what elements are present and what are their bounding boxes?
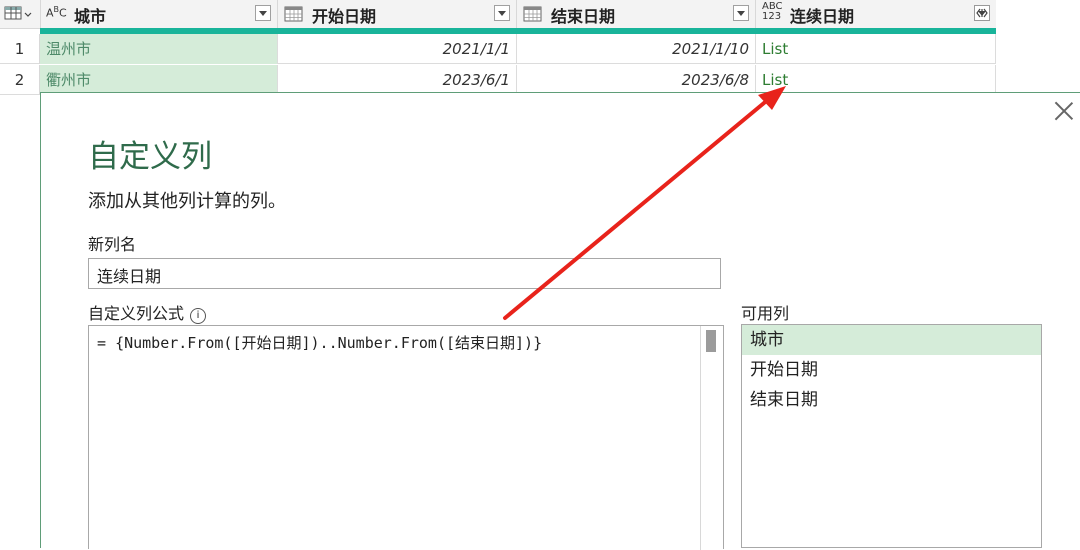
calendar-icon[interactable] xyxy=(523,5,543,23)
available-column-item[interactable]: 城市 xyxy=(742,325,1041,355)
available-column-item[interactable]: 结束日期 xyxy=(742,385,1041,415)
formula-label-row: 自定义列公式 i xyxy=(88,300,207,324)
table-icon xyxy=(4,6,32,20)
table-row: 2 衢州市 2023/6/1 2023/6/8 List xyxy=(0,65,996,95)
formula-prefix: = xyxy=(97,334,116,352)
column-name: 结束日期 xyxy=(551,7,616,26)
row-number: 2 xyxy=(0,65,40,95)
calendar-icon[interactable] xyxy=(284,5,304,23)
filter-dropdown-button[interactable] xyxy=(255,5,271,21)
row-number: 1 xyxy=(0,34,40,64)
column-name: 城市 xyxy=(74,7,107,26)
city-cell[interactable]: 衢州市 xyxy=(40,65,278,95)
column-header-city[interactable]: ABC 城市 xyxy=(40,0,278,28)
filter-dropdown-button[interactable] xyxy=(494,5,510,21)
info-icon[interactable]: i xyxy=(190,308,207,324)
filter-dropdown-button[interactable] xyxy=(733,5,749,21)
expand-column-icon[interactable] xyxy=(974,5,990,21)
column-name: 连续日期 xyxy=(790,7,855,26)
start-date-cell[interactable]: 2023/6/1 xyxy=(278,65,517,95)
column-header-consecutive-dates[interactable]: ABC 123 连续日期 xyxy=(756,0,996,28)
column-name: 开始日期 xyxy=(312,7,377,26)
formula-text[interactable]: = {Number.From([开始日期])..Number.From([结束日… xyxy=(97,332,542,353)
scrollbar-thumb[interactable] xyxy=(706,330,716,352)
table-menu-button[interactable] xyxy=(0,0,41,28)
dialog-title: 自定义列 xyxy=(88,139,212,175)
formula-scrollbar[interactable] xyxy=(700,326,723,550)
table-header: ABC 城市 开始日期 结束日期 ABC 123 连续日期 xyxy=(0,0,996,29)
list-link[interactable]: List xyxy=(756,65,996,95)
formula-editor[interactable]: = {Number.From([开始日期])..Number.From([结束日… xyxy=(88,325,724,550)
available-columns-label: 可用列 xyxy=(741,304,790,323)
table-row: 1 温州市 2021/1/1 2021/1/10 List xyxy=(0,34,996,64)
text-type-icon[interactable]: ABC xyxy=(46,5,67,20)
new-column-name-label: 新列名 xyxy=(88,235,137,254)
list-link[interactable]: List xyxy=(756,34,996,64)
column-header-start-date[interactable]: 开始日期 xyxy=(278,0,517,28)
new-column-name-input[interactable]: 连续日期 xyxy=(88,258,721,289)
city-cell[interactable]: 温州市 xyxy=(40,34,278,64)
column-header-end-date[interactable]: 结束日期 xyxy=(517,0,756,28)
formula-expression: {Number.From([开始日期])..Number.From([结束日期]… xyxy=(115,334,543,352)
end-date-cell[interactable]: 2023/6/8 xyxy=(517,65,756,95)
any-type-icon[interactable]: ABC 123 xyxy=(762,2,783,22)
custom-column-dialog: 自定义列 添加从其他列计算的列。 新列名 连续日期 自定义列公式 i = {Num… xyxy=(40,92,1080,550)
end-date-cell[interactable]: 2021/1/10 xyxy=(517,34,756,64)
close-icon[interactable] xyxy=(1054,101,1074,121)
start-date-cell[interactable]: 2021/1/1 xyxy=(278,34,517,64)
formula-label: 自定义列公式 xyxy=(88,304,185,323)
query-table: ABC 城市 开始日期 结束日期 ABC 123 连续日期 1 温州市 2021… xyxy=(0,0,1080,96)
available-column-item[interactable]: 开始日期 xyxy=(742,355,1041,385)
dialog-subtitle: 添加从其他列计算的列。 xyxy=(88,191,286,212)
available-columns-list[interactable]: 城市 开始日期 结束日期 xyxy=(741,324,1042,548)
